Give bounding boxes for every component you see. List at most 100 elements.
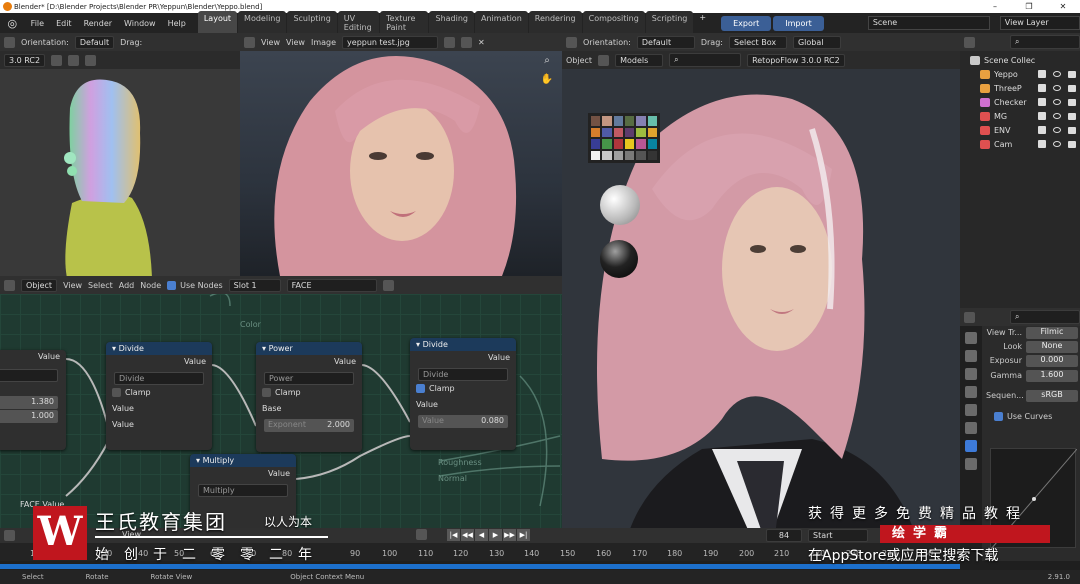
render-camera-icon[interactable] <box>1068 112 1076 120</box>
visibility-eye-icon[interactable] <box>1053 71 1061 77</box>
start-frame-field[interactable]: Start <box>808 529 868 542</box>
node-power-clamp-checkbox[interactable] <box>262 388 271 397</box>
jump-end-icon[interactable]: ▶| <box>517 529 530 541</box>
tab-animation[interactable]: Animation <box>474 11 528 35</box>
menu-render[interactable]: Render <box>78 19 118 28</box>
node-left-dropdown[interactable] <box>0 369 58 382</box>
render-search-field[interactable]: ⌕ <box>669 53 742 67</box>
play-icon[interactable]: ▶ <box>489 529 502 541</box>
shading-material-icon[interactable] <box>85 54 97 66</box>
menu-help[interactable]: Help <box>162 19 192 28</box>
shading-solid-icon[interactable] <box>68 54 80 66</box>
image-editor[interactable]: View View Image yeppun test.jpg ✕ ⌕ ✋ <box>240 33 562 276</box>
use-curves-row[interactable]: Use Curves <box>994 410 1080 423</box>
include-checkbox[interactable] <box>1038 126 1046 134</box>
image-menu-view-2[interactable]: View <box>286 38 305 47</box>
gamma-value[interactable]: 1.600 <box>1026 369 1078 382</box>
visibility-eye-icon[interactable] <box>1053 113 1061 119</box>
include-checkbox[interactable] <box>1038 140 1046 148</box>
sequencer-row[interactable]: Sequen... sRGB <box>986 389 1078 402</box>
tab-shading[interactable]: Shading <box>429 11 474 35</box>
outliner-item-yeppo[interactable]: Yeppo <box>960 67 1080 81</box>
node-divide-1[interactable]: ▾ Divide Value Divide Clamp Value Value <box>106 342 212 450</box>
include-checkbox[interactable] <box>1038 98 1046 106</box>
node-divide-2-title[interactable]: ▾ Divide <box>410 338 516 351</box>
look-value[interactable]: None <box>1026 340 1078 353</box>
tool-tab-icon[interactable] <box>965 332 977 344</box>
render-camera-icon[interactable] <box>1068 70 1076 78</box>
viewport-left[interactable]: Orientation: Default Drag: 3.0 RC2 <box>0 33 240 276</box>
jump-keyframe-forward-icon[interactable]: ▶▶ <box>503 529 516 541</box>
outliner-item-mg[interactable]: MG <box>960 109 1080 123</box>
tab-sculpting[interactable]: Sculpting <box>287 11 337 35</box>
image-new-icon[interactable] <box>444 36 456 48</box>
tab-modeling[interactable]: Modeling <box>238 11 287 35</box>
image-file-field[interactable]: yeppun test.jpg <box>342 35 439 49</box>
outliner-type-icon[interactable] <box>964 36 975 48</box>
visibility-eye-icon[interactable] <box>1053 127 1061 133</box>
node-menu-add[interactable]: Add <box>119 281 135 290</box>
gamma-row[interactable]: Gamma 1.600 <box>986 369 1078 382</box>
outliner-scene-collection[interactable]: Scene Collec <box>960 53 1080 67</box>
look-row[interactable]: Look None <box>986 340 1078 353</box>
view-layer-tab-icon[interactable] <box>965 386 977 398</box>
node-menu-select[interactable]: Select <box>88 281 113 290</box>
image-menu-image[interactable]: Image <box>311 38 336 47</box>
exposure-row[interactable]: Exposur 0.000 <box>986 354 1078 367</box>
include-checkbox[interactable] <box>1038 70 1046 78</box>
slot-dropdown[interactable]: Slot 1 <box>228 278 281 292</box>
node-power-op[interactable]: Power <box>264 372 354 385</box>
node-menu-node[interactable]: Node <box>140 281 161 290</box>
node-power-clamp[interactable]: Clamp <box>256 386 362 402</box>
pan-hand-icon[interactable]: ✋ <box>541 74 553 85</box>
properties-editor[interactable]: ⌕ View Tr... Filmic Look None Exposur 0.000… <box>960 308 1080 561</box>
node-divide-1-op[interactable]: Divide <box>114 372 204 385</box>
export-button[interactable]: Export <box>721 15 772 31</box>
outliner-item-env[interactable]: ENV <box>960 123 1080 137</box>
image-open-icon[interactable] <box>461 36 473 48</box>
tab-layout[interactable]: Layout <box>197 11 238 35</box>
editor-type-icon[interactable] <box>4 36 15 48</box>
outliner-item-checker[interactable]: Checker <box>960 95 1080 109</box>
node-divide-2-clamp[interactable]: Clamp <box>410 382 516 398</box>
node-power-title[interactable]: ▾ Power <box>256 342 362 355</box>
engine-field[interactable]: 3.0 RC2 <box>4 53 46 67</box>
render-camera-icon[interactable] <box>1068 98 1076 106</box>
material-field[interactable]: FACE <box>286 278 377 292</box>
tab-scripting[interactable]: Scripting <box>645 11 694 35</box>
image-close-icon[interactable]: ✕ <box>478 38 485 47</box>
sequencer-value[interactable]: sRGB <box>1026 389 1078 402</box>
node-divide-2[interactable]: ▾ Divide Value Divide Clamp Value Value 0… <box>410 338 516 450</box>
node-divide-2-op[interactable]: Divide <box>418 368 508 381</box>
object-tab-icon[interactable] <box>965 440 977 452</box>
render-models-dropdown[interactable]: Models <box>615 53 664 67</box>
tab-texture-paint[interactable]: Texture Paint <box>380 11 429 35</box>
exposure-value[interactable]: 0.000 <box>1026 354 1078 367</box>
retopoflow-field[interactable]: RetopoFlow 3.0.0 RC2 <box>747 53 845 67</box>
image-menu-view[interactable]: View <box>261 38 280 47</box>
close-button[interactable]: ✕ <box>1046 2 1080 11</box>
node-editor-type-icon[interactable] <box>4 279 15 291</box>
node-divide-1-clamp-checkbox[interactable] <box>112 388 121 397</box>
render-tab-icon[interactable] <box>965 350 977 362</box>
help-icon[interactable] <box>51 54 63 66</box>
visibility-eye-icon[interactable] <box>1053 141 1061 147</box>
viewport-render-type-icon[interactable] <box>566 36 577 48</box>
node-value-left[interactable]: Value 1.380 1.000 <box>0 350 66 450</box>
node-divide-2-clamp-checkbox[interactable] <box>416 384 425 393</box>
play-reverse-icon[interactable]: ◀ <box>475 529 488 541</box>
world-tab-icon[interactable] <box>965 422 977 434</box>
tab-rendering[interactable]: Rendering <box>528 11 582 35</box>
node-power[interactable]: ▾ Power Value Power Clamp Base Exponent 2… <box>256 342 362 452</box>
render-orientation-dropdown[interactable]: Default <box>636 35 695 49</box>
visibility-eye-icon[interactable] <box>1053 99 1061 105</box>
render-mode-icon[interactable] <box>598 54 610 66</box>
use-nodes-checkbox[interactable] <box>167 280 177 290</box>
image-editor-type-icon[interactable] <box>244 36 255 48</box>
properties-type-icon[interactable] <box>964 311 975 323</box>
node-divide-1-title[interactable]: ▾ Divide <box>106 342 212 355</box>
view-transform-row[interactable]: View Tr... Filmic <box>986 326 1078 339</box>
menu-edit[interactable]: Edit <box>50 19 78 28</box>
outliner-search[interactable]: ⌕ <box>1010 35 1080 49</box>
jump-start-icon[interactable]: |◀ <box>447 529 460 541</box>
